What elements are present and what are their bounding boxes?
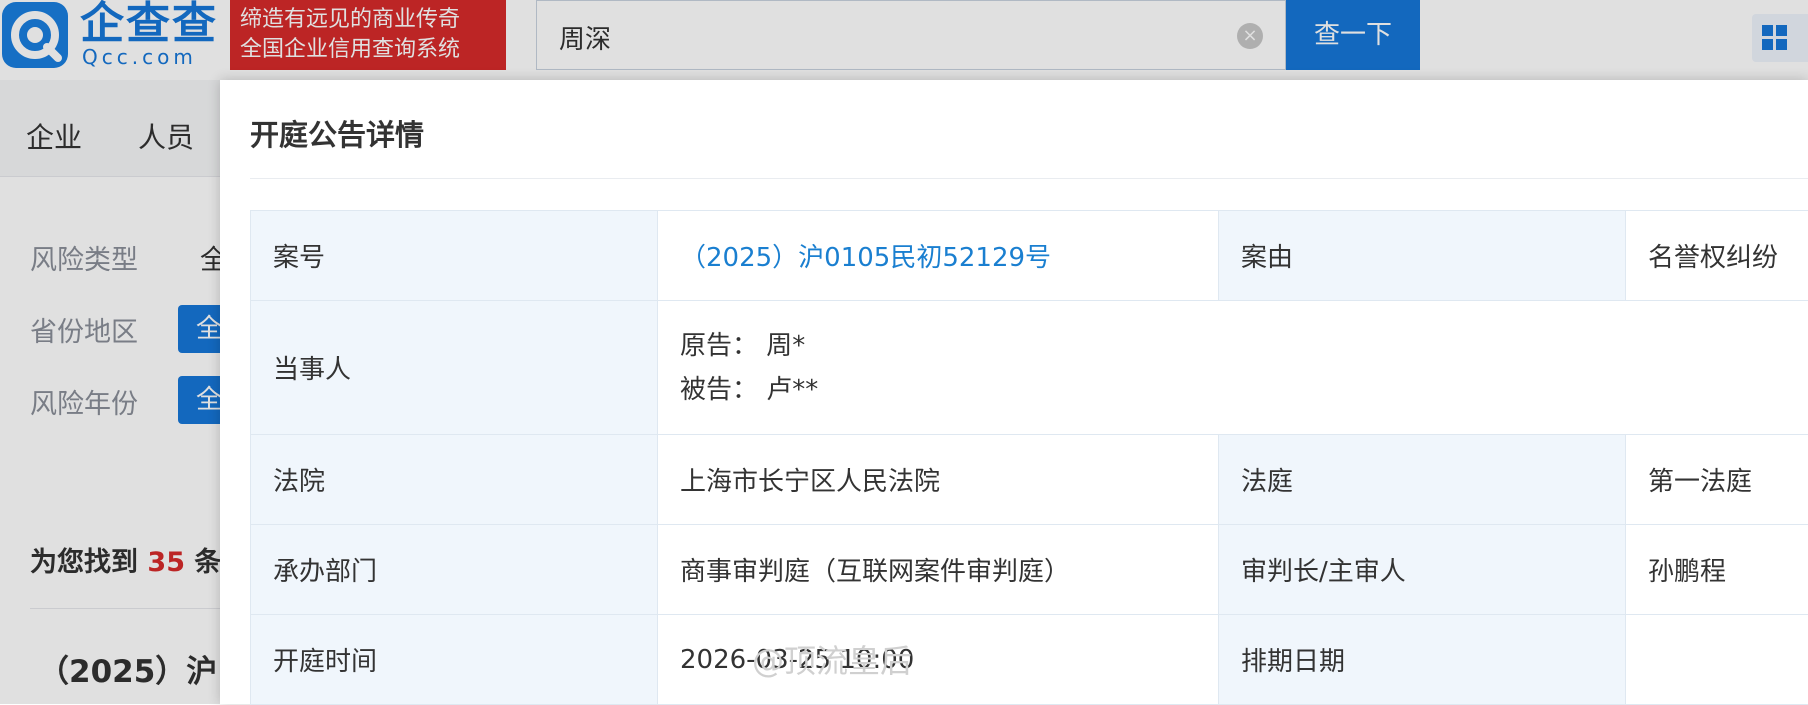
department-value: 商事审判庭（互联网案件审判庭） [658,525,1219,615]
table-row: 法院 上海市长宁区人民法院 法庭 第一法庭 [251,435,1808,525]
table-row: 开庭时间 2026-03-25 10:00 排期日期 [251,615,1808,705]
judge-value: 孙鹏程 [1626,525,1808,615]
plaintiff-value: 原告： 周* [680,324,1808,368]
defendant-value: 被告： 卢** [680,368,1808,412]
watermark-text: @顶流皇后 [752,642,912,680]
hearing-time-value: 2026-03-25 10:00 [658,615,1219,705]
case-number-label: 案号 [251,211,658,301]
table-row: 案号 （2025）沪0105民初52129号 案由 名誉权纠纷 [251,211,1808,301]
court-label: 法院 [251,435,658,525]
modal-divider [250,178,1808,179]
case-cause-label: 案由 [1219,211,1626,301]
department-label: 承办部门 [251,525,658,615]
parties-label: 当事人 [251,301,658,435]
tribunal-label: 法庭 [1219,435,1626,525]
case-number-link[interactable]: （2025）沪0105民初52129号 [658,211,1219,301]
court-hearing-detail-modal: 开庭公告详情 案号 （2025）沪0105民初52129号 案由 名誉权纠纷 当… [220,80,1808,704]
modal-title: 开庭公告详情 [250,112,424,154]
parties-value: 原告： 周* 被告： 卢** [658,301,1808,435]
court-value: 上海市长宁区人民法院 [658,435,1219,525]
schedule-date-label: 排期日期 [1219,615,1626,705]
table-row: 承办部门 商事审判庭（互联网案件审判庭） 审判长/主审人 孙鹏程 [251,525,1808,615]
case-cause-value: 名誉权纠纷 [1626,211,1808,301]
weibo-watermark: @顶流皇后 [752,636,912,682]
table-row: 当事人 原告： 周* 被告： 卢** [251,301,1808,435]
judge-label: 审判长/主审人 [1219,525,1626,615]
schedule-date-value [1626,615,1808,705]
hearing-time-label: 开庭时间 [251,615,658,705]
tribunal-value: 第一法庭 [1626,435,1808,525]
hearing-detail-table: 案号 （2025）沪0105民初52129号 案由 名誉权纠纷 当事人 原告： … [250,210,1808,705]
